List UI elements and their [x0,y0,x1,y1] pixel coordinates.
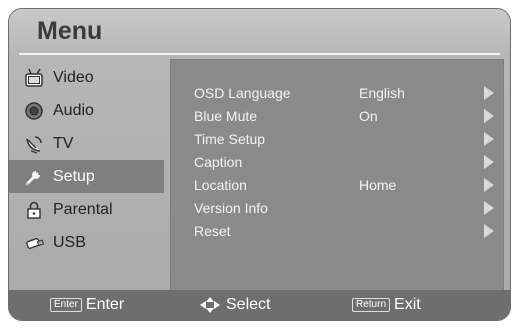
dpad-icon [200,297,220,313]
title-bar: Menu [9,9,510,51]
setting-label: Version Info [194,200,268,216]
chevron-right-icon [484,155,494,169]
setup-settings-panel: OSD Language English Blue Mute On Time S… [170,59,504,293]
setting-value: Home [359,177,397,193]
sidebar: Video Audio TV Setup Parental USB [9,61,164,259]
sidebar-item-parental[interactable]: Parental [9,193,164,226]
chevron-right-icon [484,109,494,123]
setting-value: English [359,85,405,101]
setting-label: Location [194,177,247,193]
setting-label: OSD Language [194,85,291,101]
footer-exit-label: Exit [394,296,421,313]
footer-select-label: Select [226,296,271,313]
setting-row-time-setup[interactable]: Time Setup [171,128,503,150]
usb-drive-icon [23,232,45,254]
page-title: Menu [37,17,103,45]
setting-label: Blue Mute [194,108,258,124]
footer-exit-hint[interactable]: Return Exit [352,296,421,314]
tv-video-icon [23,67,45,89]
setting-label: Time Setup [194,131,266,147]
setting-row-location[interactable]: Location Home [171,174,503,196]
return-key-badge: Return [352,298,391,312]
lock-icon [23,199,45,221]
setting-row-caption[interactable]: Caption [171,151,503,173]
setting-value: On [359,108,378,124]
chevron-right-icon [484,224,494,238]
chevron-right-icon [484,178,494,192]
sidebar-item-audio[interactable]: Audio [9,94,164,127]
chevron-right-icon [484,201,494,215]
footer-hint-bar: Enter Enter Select Return Exit [9,290,510,320]
menu-window: Menu Video Audio TV Setup Parental USB O… [8,8,511,321]
footer-select-hint[interactable]: Select [200,296,270,314]
sidebar-item-usb[interactable]: USB [9,226,164,259]
footer-enter-hint[interactable]: Enter Enter [50,296,124,314]
satellite-dish-icon [23,133,45,155]
setting-label: Reset [194,223,231,239]
chevron-right-icon [484,132,494,146]
sidebar-item-label: Setup [53,167,95,185]
footer-enter-label: Enter [85,296,125,313]
title-divider [19,53,500,55]
chevron-right-icon [484,86,494,100]
sidebar-item-label: Audio [53,101,94,119]
setting-row-blue-mute[interactable]: Blue Mute On [171,105,503,127]
sidebar-item-label: USB [53,233,86,251]
sidebar-item-setup[interactable]: Setup [9,160,164,193]
speaker-icon [23,100,45,122]
wrench-icon [23,166,45,188]
sidebar-item-label: Parental [53,200,113,218]
sidebar-item-label: Video [53,68,94,86]
setting-row-osd-language[interactable]: OSD Language English [171,82,503,104]
enter-key-badge: Enter [50,298,82,312]
setting-row-reset[interactable]: Reset [171,220,503,242]
setting-row-version-info[interactable]: Version Info [171,197,503,219]
sidebar-item-video[interactable]: Video [9,61,164,94]
sidebar-item-tv[interactable]: TV [9,127,164,160]
setting-label: Caption [194,154,243,170]
sidebar-item-label: TV [53,134,74,152]
